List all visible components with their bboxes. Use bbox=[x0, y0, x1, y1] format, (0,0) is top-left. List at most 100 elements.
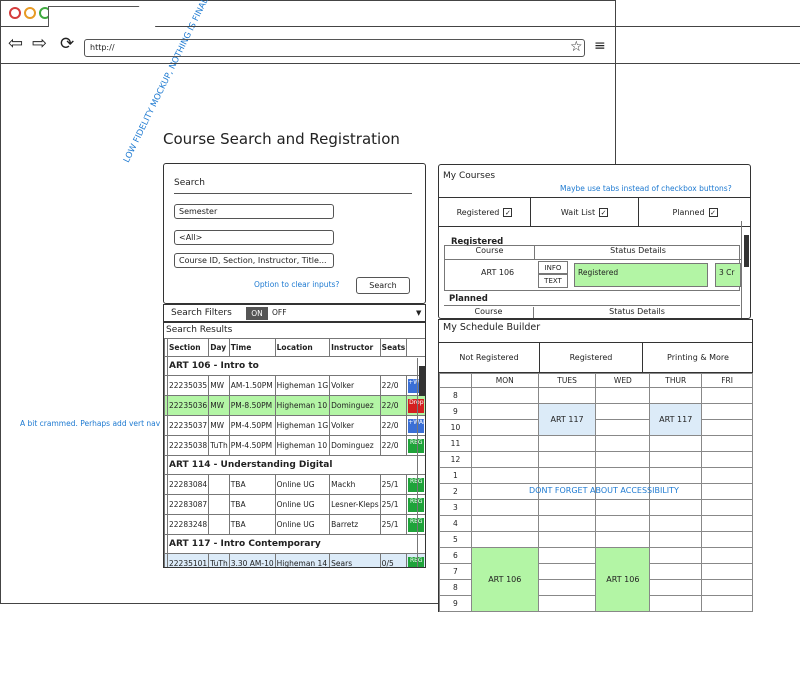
table-row[interactable]: 22283084 TBA Online UG Mackh 25/1 REG bbox=[164, 474, 425, 495]
course-group-title[interactable]: ART 106 - Intro to bbox=[166, 356, 425, 376]
checkbox-icon[interactable]: ✓ bbox=[599, 208, 609, 217]
schedule-slot[interactable] bbox=[649, 531, 703, 548]
schedule-slot[interactable] bbox=[701, 499, 753, 516]
schedule-slot[interactable] bbox=[701, 515, 753, 532]
schedule-slot[interactable] bbox=[470, 531, 539, 548]
browser-tab[interactable] bbox=[48, 6, 156, 27]
checkbox-icon[interactable]: ✓ bbox=[708, 208, 718, 217]
checkbox-icon[interactable]: ✓ bbox=[503, 208, 513, 217]
semester-select[interactable]: Semester bbox=[174, 204, 334, 219]
schedule-slot[interactable]: ART 106 bbox=[595, 547, 651, 612]
tab-planned[interactable]: Planned ✓ bbox=[639, 198, 750, 227]
schedule-slot[interactable] bbox=[595, 419, 651, 436]
schedule-slot[interactable] bbox=[470, 419, 539, 436]
schedule-slot[interactable] bbox=[595, 515, 651, 532]
filters-off-toggle[interactable]: OFF bbox=[272, 308, 287, 317]
tab-printing-more[interactable]: Printing & More bbox=[643, 343, 753, 372]
schedule-slot[interactable] bbox=[649, 387, 703, 404]
schedule-slot[interactable] bbox=[595, 387, 651, 404]
subject-select[interactable]: <All> bbox=[174, 230, 334, 245]
close-window-button[interactable] bbox=[9, 7, 21, 19]
schedule-slot[interactable] bbox=[470, 435, 539, 452]
schedule-slot[interactable] bbox=[649, 515, 703, 532]
schedule-slot[interactable] bbox=[649, 547, 703, 564]
schedule-slot[interactable] bbox=[595, 499, 651, 516]
table-row[interactable]: 22235037 MW PM-4.50PM Higheman 1G Volker 22/0… bbox=[164, 415, 425, 436]
schedule-slot[interactable] bbox=[701, 403, 753, 420]
schedule-slot[interactable] bbox=[649, 451, 703, 468]
text-button[interactable]: TEXT bbox=[538, 274, 568, 288]
schedule-slot[interactable] bbox=[595, 451, 651, 468]
schedule-slot[interactable] bbox=[701, 595, 753, 612]
schedule-slot[interactable]: ART 117 bbox=[537, 403, 597, 436]
info-button[interactable]: INFO bbox=[538, 261, 568, 274]
chevron-down-icon[interactable]: ▼ bbox=[416, 309, 421, 317]
minimize-window-button[interactable] bbox=[24, 7, 36, 19]
schedule-slot[interactable] bbox=[595, 435, 651, 452]
col-seats[interactable]: Seats bbox=[379, 338, 408, 357]
table-row[interactable]: 22235101 TuTh 3.30 AM-10 Higheman 14 Sears 0/… bbox=[164, 553, 425, 567]
schedule-slot[interactable] bbox=[701, 579, 753, 596]
forward-arrow-icon[interactable]: ⇨ bbox=[32, 35, 47, 53]
tab-schedule-registered[interactable]: Registered bbox=[540, 343, 643, 372]
table-row[interactable]: 22235035 MW AM-1.50PM Higheman 1G Volker 22/0… bbox=[164, 375, 425, 396]
schedule-slot[interactable] bbox=[595, 467, 651, 484]
schedule-slot[interactable] bbox=[701, 563, 753, 580]
back-arrow-icon[interactable]: ⇦ bbox=[8, 35, 23, 53]
schedule-slot[interactable] bbox=[701, 435, 753, 452]
schedule-slot[interactable] bbox=[649, 499, 703, 516]
schedule-slot[interactable] bbox=[470, 403, 539, 420]
schedule-slot[interactable] bbox=[537, 499, 597, 516]
tab-registered[interactable]: Registered ✓ bbox=[439, 198, 531, 227]
schedule-slot[interactable] bbox=[537, 467, 597, 484]
schedule-slot[interactable] bbox=[595, 403, 651, 420]
schedule-slot[interactable] bbox=[701, 419, 753, 436]
hamburger-icon[interactable]: ≡ bbox=[594, 38, 606, 54]
schedule-slot[interactable] bbox=[537, 387, 597, 404]
schedule-slot[interactable] bbox=[470, 387, 539, 404]
schedule-slot[interactable]: ART 106 bbox=[470, 547, 539, 612]
schedule-slot[interactable] bbox=[537, 563, 597, 580]
scroll-thumb[interactable] bbox=[744, 235, 749, 267]
schedule-slot[interactable] bbox=[470, 451, 539, 468]
schedule-slot[interactable] bbox=[701, 387, 753, 404]
tab-wait-list[interactable]: Wait List ✓ bbox=[531, 198, 639, 227]
course-group-title[interactable]: ART 114 - Understanding Digital bbox=[166, 455, 425, 475]
col-instructor[interactable]: Instructor bbox=[329, 338, 381, 357]
schedule-slot[interactable] bbox=[537, 547, 597, 564]
schedule-slot[interactable] bbox=[595, 531, 651, 548]
schedule-slot[interactable] bbox=[649, 435, 703, 452]
schedule-slot[interactable] bbox=[649, 563, 703, 580]
my-courses-scrollbar[interactable] bbox=[741, 221, 750, 318]
col-location[interactable]: Location bbox=[274, 338, 331, 357]
schedule-slot[interactable] bbox=[701, 531, 753, 548]
filters-on-toggle[interactable]: ON bbox=[246, 307, 268, 320]
schedule-slot[interactable] bbox=[649, 467, 703, 484]
schedule-slot[interactable] bbox=[537, 579, 597, 596]
table-row[interactable]: 22235036 MW PM-8.50PM Higheman 10 Dominguez 2… bbox=[164, 395, 425, 416]
table-row[interactable]: 22283248 TBA Online UG Barretz 25/1 REG bbox=[164, 514, 425, 535]
schedule-slot[interactable] bbox=[537, 451, 597, 468]
search-input[interactable]: Course ID, Section, Instructor, Title... bbox=[174, 253, 334, 268]
table-row[interactable]: 22283087 TBA Online UG Lesner-Kleps 25/1 REG bbox=[164, 494, 425, 515]
schedule-slot[interactable] bbox=[701, 467, 753, 484]
table-row[interactable]: 22235038 TuTh PM-4.50PM Higheman 10 Domingue… bbox=[164, 435, 425, 456]
scroll-thumb[interactable] bbox=[419, 366, 425, 396]
schedule-slot[interactable] bbox=[701, 547, 753, 564]
tab-not-registered[interactable]: Not Registered bbox=[439, 343, 540, 372]
col-day[interactable]: Day bbox=[208, 338, 230, 357]
address-bar[interactable]: http:// bbox=[84, 39, 585, 57]
reload-icon[interactable]: ⟳ bbox=[60, 35, 74, 53]
schedule-slot[interactable] bbox=[537, 531, 597, 548]
search-button[interactable]: Search bbox=[356, 277, 410, 294]
course-group-title[interactable]: ART 117 - Intro Contemporary bbox=[166, 534, 425, 554]
schedule-slot[interactable] bbox=[537, 515, 597, 532]
schedule-slot[interactable] bbox=[701, 483, 753, 500]
schedule-slot[interactable] bbox=[470, 467, 539, 484]
col-time[interactable]: Time bbox=[228, 338, 276, 357]
schedule-slot[interactable] bbox=[701, 451, 753, 468]
col-section[interactable]: Section bbox=[166, 338, 210, 357]
schedule-slot[interactable] bbox=[537, 435, 597, 452]
results-scrollbar[interactable] bbox=[417, 358, 425, 567]
schedule-slot[interactable]: ART 117 bbox=[649, 403, 703, 436]
